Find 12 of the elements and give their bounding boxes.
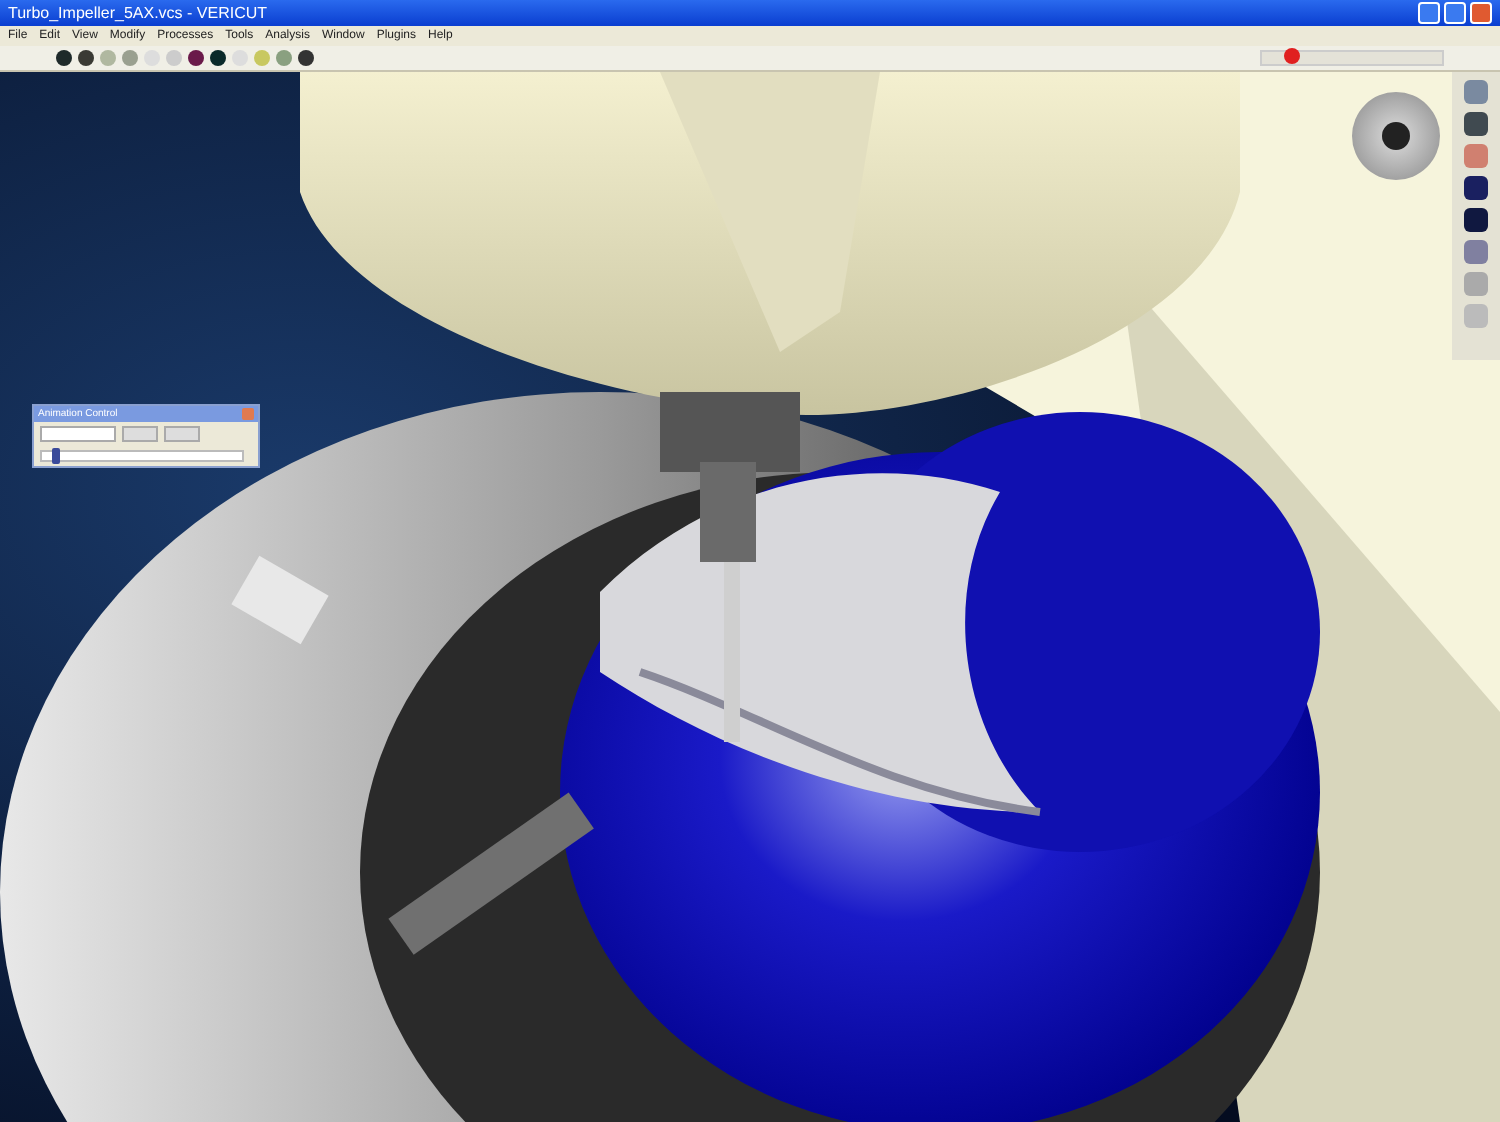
maximize-button[interactable] bbox=[1444, 2, 1466, 24]
toolbar-icon[interactable] bbox=[1464, 208, 1488, 232]
toolbar-icon[interactable] bbox=[1464, 176, 1488, 200]
dialog-button[interactable] bbox=[164, 426, 200, 442]
dialog-button[interactable] bbox=[122, 426, 158, 442]
input-field[interactable] bbox=[40, 426, 116, 442]
minimize-button[interactable] bbox=[1418, 2, 1440, 24]
slider-thumb[interactable] bbox=[1283, 48, 1300, 64]
window-title: Turbo_Impeller_5AX.vcs - VERICUT bbox=[8, 4, 268, 22]
toolbar-icon[interactable] bbox=[1464, 112, 1488, 136]
slider-thumb[interactable] bbox=[52, 448, 60, 464]
close-button[interactable] bbox=[1470, 2, 1492, 24]
